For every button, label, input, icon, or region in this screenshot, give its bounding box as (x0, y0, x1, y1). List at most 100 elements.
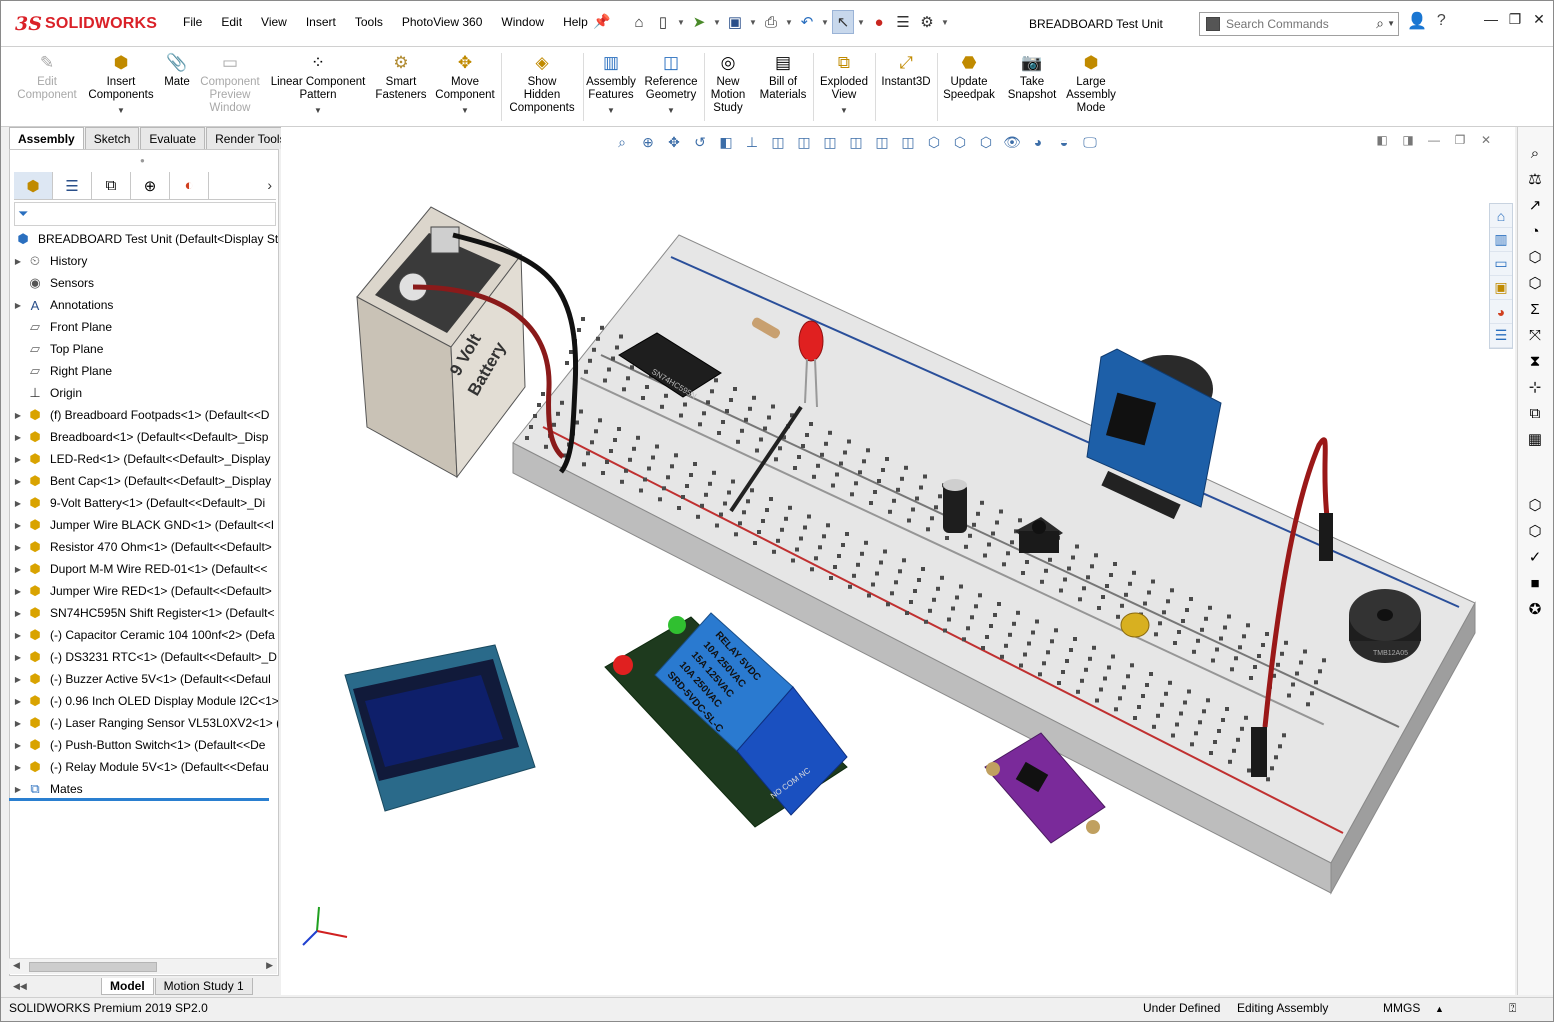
viewport-minimize-icon[interactable]: — (1421, 133, 1447, 147)
bill-of-materials-button[interactable]: ▤ Bill of Materials (755, 51, 811, 102)
shaded-edges-icon[interactable]: ⬡ (973, 133, 999, 151)
zoom-to-fit-icon[interactable]: ⌕ (609, 133, 635, 151)
file-explorer-icon[interactable]: ▭ (1490, 252, 1512, 276)
undo-icon[interactable]: ↶ (796, 10, 818, 34)
expand-arrow-icon[interactable]: ▶ (10, 411, 26, 420)
costing-icon[interactable]: ⬡ (1522, 493, 1548, 517)
featuremanager-tab-icon[interactable]: ⬢ (14, 172, 53, 199)
tree-item[interactable]: ▶ ⬢ (f) Breadboard Footpads<1> (Default<<D (10, 404, 278, 426)
search-input[interactable] (1226, 17, 1371, 31)
search-dropdown-icon[interactable]: ▼ (1387, 19, 1395, 28)
configurationmanager-tab-icon[interactable]: ⧉ (92, 172, 131, 199)
rebuild-icon[interactable]: ● (868, 10, 890, 34)
appearances-icon[interactable]: ◕ (1490, 300, 1512, 324)
expand-arrow-icon[interactable]: ▶ (10, 653, 26, 662)
check-icon[interactable]: ↗ (1522, 193, 1548, 217)
save-icon[interactable]: ▣ (724, 10, 746, 34)
expand-arrow-icon[interactable]: ▶ (10, 741, 26, 750)
viewport-forward-icon[interactable]: ◨ (1395, 133, 1421, 147)
expand-arrow-icon[interactable]: ▶ (10, 477, 26, 486)
expand-arrow-icon[interactable]: ▶ (10, 499, 26, 508)
buzzer-active[interactable]: TMB12A05 (1349, 589, 1421, 663)
insert-components-button[interactable]: ⬢ Insert Components ▼ (85, 51, 157, 117)
section-view-icon[interactable]: ◧ (713, 133, 739, 151)
save-dropdown-icon[interactable]: ▼ (748, 10, 758, 34)
electrolytic-capacitor[interactable] (943, 479, 967, 533)
exploded-view-button[interactable]: ⧉ Exploded View ▼ (815, 51, 873, 117)
new-document-icon[interactable]: ▯ (652, 10, 674, 34)
tree-item[interactable]: ▶ ⬢ Resistor 470 Ohm<1> (Default<<Default> (10, 536, 278, 558)
tree-item[interactable]: ▱ Front Plane (10, 316, 278, 338)
symmetry-icon[interactable]: ⊹ (1522, 375, 1548, 399)
assembly-model-view[interactable]: 9 Volt Battery SN74HC595N TMB12A05 RELAY… (281, 127, 1515, 995)
hole-alignment-icon[interactable]: ⤧ (1522, 323, 1548, 347)
solidworks-logo[interactable]: 3S SOLIDWORKS (15, 9, 163, 39)
file-properties-icon[interactable]: ☰ (892, 10, 914, 34)
tab-evaluate[interactable]: Evaluate (140, 127, 206, 149)
home-icon[interactable]: ⌂ (628, 10, 650, 34)
component-preview-button[interactable]: ▭ Component Preview Window (197, 51, 263, 115)
dimxpert-tab-icon[interactable]: ⊕ (131, 172, 170, 199)
expand-arrow-icon[interactable]: ▶ (10, 719, 26, 728)
tree-item[interactable]: ▶ ⬢ Breadboard<1> (Default<<Default>_Disp (10, 426, 278, 448)
insert-dropdown-icon[interactable]: ▼ (117, 104, 125, 117)
view-right-icon[interactable]: ◫ (843, 133, 869, 151)
user-icon[interactable]: 👤 (1407, 11, 1427, 31)
tree-item[interactable]: ◉ Sensors (10, 272, 278, 294)
search-icon[interactable]: ⌕ (1376, 15, 1384, 32)
tree-item[interactable]: ▶ A Annotations (10, 294, 278, 316)
rollback-bar[interactable] (9, 798, 269, 801)
menu-file[interactable]: File (183, 15, 202, 29)
apply-scene-icon[interactable]: ◒ (1051, 133, 1077, 151)
panel-handle-icon[interactable]: ● (140, 156, 145, 165)
edit-component-button[interactable]: ✎ Edit Component (17, 51, 77, 102)
move-component-button[interactable]: ✥ Move Component ▼ (433, 51, 497, 117)
tab-model[interactable]: Model (101, 978, 154, 995)
tree-item[interactable]: ▶ ⏲ History (10, 250, 278, 272)
minimize-icon[interactable]: — (1479, 11, 1503, 28)
expand-arrow-icon[interactable]: ▶ (10, 433, 26, 442)
simulation-icon[interactable]: ⬡ (1522, 519, 1548, 543)
tree-item[interactable]: ▶ ⬢ (-) Capacitor Ceramic 104 100nf<2> (De… (10, 624, 278, 646)
instant3d-button[interactable]: ⤢ Instant3D (877, 51, 935, 89)
open-dropdown-icon[interactable]: ▼ (712, 10, 722, 34)
expand-arrow-icon[interactable]: ▶ (10, 257, 26, 266)
tree-item[interactable]: ▶ ⬢ Duport M-M Wire RED-01<1> (Default<< (10, 558, 278, 580)
mate-button[interactable]: 📎 Mate (161, 51, 193, 89)
expand-arrow-icon[interactable]: ▶ (10, 697, 26, 706)
view-settings-icon[interactable]: 🖵 (1077, 133, 1103, 151)
equations-sigma-icon[interactable]: Σ (1522, 297, 1548, 321)
assembly-features-button[interactable]: ▥ Assembly Features ▼ (585, 51, 637, 117)
exploded-dropdown-icon[interactable]: ▼ (840, 104, 848, 117)
viewport-close-icon[interactable]: ✕ (1473, 133, 1499, 147)
menu-photoview[interactable]: PhotoView 360 (402, 15, 483, 29)
ceramic-capacitor[interactable] (1120, 612, 1150, 638)
tree-scrollbar[interactable]: ◀ ▶ (9, 958, 277, 974)
open-icon[interactable]: ➤ (688, 10, 710, 34)
menu-help[interactable]: Help (563, 15, 588, 29)
units-arrow-icon[interactable]: ▲ (1435, 1004, 1444, 1014)
shaded-icon[interactable]: ⬡ (947, 133, 973, 151)
view-palette-icon[interactable]: ▣ (1490, 276, 1512, 300)
sustainability-icon[interactable]: ✓ (1522, 545, 1548, 569)
viewport-back-icon[interactable]: ◧ (1369, 133, 1395, 147)
mass-properties-icon[interactable]: ⚖ (1522, 167, 1548, 191)
update-speedpak-button[interactable]: ⬣ Update Speedpak (939, 51, 999, 102)
print-dropdown-icon[interactable]: ▼ (784, 10, 794, 34)
tree-item[interactable]: ⊥ Origin (10, 382, 278, 404)
tree-item[interactable]: ▶ ⬢ (-) 0.96 Inch OLED Display Module I2C<… (10, 690, 278, 712)
tooltip-toggle-icon[interactable]: ⍰ (1509, 1001, 1516, 1016)
curvature-icon[interactable]: ⧗ (1522, 349, 1548, 373)
move-dropdown-icon[interactable]: ▼ (461, 104, 469, 117)
options-gear-icon[interactable]: ⚙ (916, 10, 938, 34)
dynamic-annotation-icon[interactable]: ⊥ (739, 133, 765, 151)
tree-item[interactable]: ▶ ⬢ (-) Laser Ranging Sensor VL53L0XV2<1> … (10, 712, 278, 734)
previous-view-icon[interactable]: ↺ (687, 133, 713, 151)
view-iso-icon[interactable]: ◫ (869, 133, 895, 151)
design-library-icon[interactable]: ▥ (1490, 228, 1512, 252)
expand-arrow-icon[interactable]: ▶ (10, 543, 26, 552)
units-selector[interactable]: MMGS (1383, 1001, 1420, 1015)
new-motion-study-button[interactable]: ◎ New Motion Study (705, 51, 751, 115)
expand-arrow-icon[interactable]: ▶ (10, 785, 26, 794)
interference-icon[interactable]: ⬡ (1522, 245, 1548, 269)
